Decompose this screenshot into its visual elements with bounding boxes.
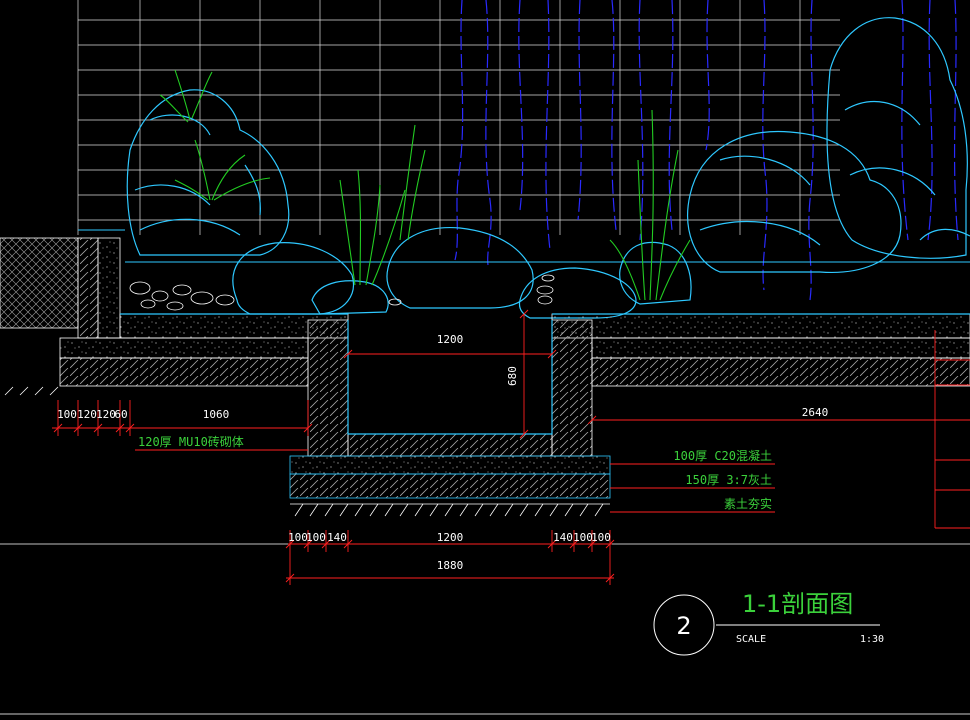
pebbles <box>129 274 555 311</box>
note-subgrade: 素土夯实 <box>724 496 772 511</box>
aquatic-plants <box>159 69 691 301</box>
dim-bottom-6: 100 <box>591 531 611 544</box>
note-left-wall: 120厚 MU10砖砌体 <box>138 434 244 449</box>
pond-base-right <box>551 313 970 387</box>
dim-left-2: 120 <box>96 408 116 421</box>
detail-number: 2 <box>676 612 691 640</box>
dim-bottom-1: 100 <box>306 531 326 544</box>
scale-label: SCALE <box>736 634 766 645</box>
dim-channel-width: 1200 <box>437 333 464 346</box>
dim-left-0: 100 <box>57 408 77 421</box>
note-lime-soil: 150厚 3:7灰土 <box>685 473 772 487</box>
dim-left-3: 60 <box>114 408 127 421</box>
note-concrete: 100厚 C20混凝土 <box>673 448 772 463</box>
dim-channel-depth: 680 <box>506 366 519 386</box>
dim-bottom-5: 100 <box>573 531 593 544</box>
dim-bottom-3: 1200 <box>437 531 464 544</box>
dim-bottom-0: 100 <box>288 531 308 544</box>
dim-left-4: 1060 <box>203 408 230 421</box>
dim-right-width: 2640 <box>802 406 829 419</box>
drain-channel <box>289 319 611 517</box>
scale-value: 1:30 <box>860 634 884 645</box>
dim-left-1: 120 <box>77 408 97 421</box>
drawing-title: 1-1剖面图 <box>742 590 853 618</box>
left-planter-wall <box>0 229 125 339</box>
title-block: 2 1-1剖面图 SCALE 1:30 <box>653 590 884 656</box>
dim-bottom-2: 140 <box>327 531 347 544</box>
section-drawing: 1200 680 100 120 120 60 1060 2640 100 10… <box>0 0 970 715</box>
dim-bottom-4: 140 <box>553 531 573 544</box>
soil-hatch <box>4 386 59 396</box>
dim-bottom-total: 1880 <box>437 559 464 572</box>
